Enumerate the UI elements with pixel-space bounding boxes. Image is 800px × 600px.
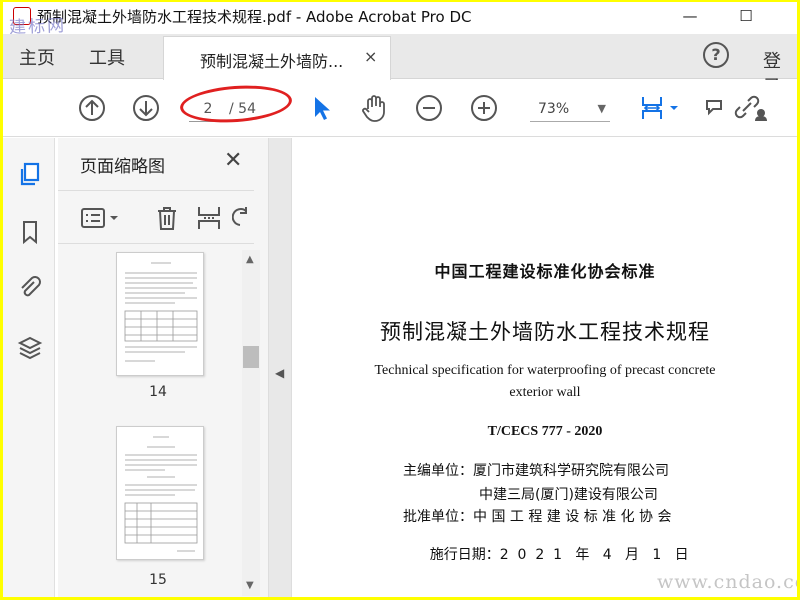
- rotate-icon[interactable]: [231, 203, 254, 233]
- tab-tools[interactable]: 工具: [89, 44, 125, 70]
- scrollbar-thumb[interactable]: [243, 346, 259, 368]
- watermark-url: www.cndao.com: [657, 571, 797, 593]
- tab-home[interactable]: 主页: [19, 44, 55, 70]
- next-page-icon[interactable]: [131, 93, 161, 123]
- info-row: 主编单位：厦门市建筑科学研究院有限公司: [403, 460, 669, 480]
- english-title-line2: exterior wall: [509, 385, 581, 400]
- info-row: 批准单位：中 国 工 程 建 设 标 准 化 协 会: [403, 506, 672, 526]
- insert-page-icon[interactable]: [194, 203, 224, 233]
- share-link-icon[interactable]: [731, 93, 771, 123]
- options-menu-icon[interactable]: [80, 203, 124, 233]
- zoom-select[interactable]: 73% ▼: [530, 96, 610, 122]
- page-thumbnails-icon[interactable]: [16, 160, 44, 188]
- thumbnail-toolbar: [58, 190, 254, 244]
- navigation-rail: [3, 138, 55, 597]
- info-label: 施行日期：: [429, 547, 500, 563]
- chevron-down-icon: ▼: [597, 102, 606, 115]
- info-value: 厦门市建筑科学研究院有限公司: [473, 463, 669, 479]
- info-row: 施行日期：2 0 2 1 年 4 月 1 日: [403, 528, 689, 580]
- collapse-left-icon[interactable]: ◀: [275, 366, 284, 380]
- document-title: 预制混凝土外墙防水工程技术规程: [380, 320, 710, 344]
- chevron-down-icon[interactable]: [667, 93, 681, 123]
- delete-icon[interactable]: [152, 203, 182, 233]
- scroll-down-icon[interactable]: ▼: [246, 580, 254, 591]
- info-label: 主编单位：: [403, 463, 473, 479]
- tab-document[interactable]: 预制混凝土外墙防... ×: [163, 36, 391, 80]
- info-value: 中 国 工 程 建 设 标 准 化 协 会: [473, 509, 672, 525]
- close-icon[interactable]: ✕: [224, 148, 242, 173]
- bookmarks-icon[interactable]: [16, 218, 44, 246]
- window-title: 预制混凝土外墙防水工程技术规程.pdf - Adobe Acrobat Pro …: [37, 7, 472, 26]
- tab-bar: 主页 工具 预制混凝土外墙防... × ? 登录: [3, 34, 797, 98]
- thumbnail-list: 14 15: [58, 246, 238, 597]
- document-tab-label: 预制混凝土外墙防...: [200, 52, 344, 71]
- english-title-line1: Technical specification for waterproofin…: [374, 363, 716, 378]
- panel-collapse-strip[interactable]: ◀: [268, 138, 292, 597]
- app-window: 预制混凝土外墙防水工程技术规程.pdf - Adobe Acrobat Pro …: [3, 2, 797, 597]
- zoom-in-icon[interactable]: [469, 93, 499, 123]
- toolbar: 2 / 54 73% ▼: [3, 80, 797, 137]
- scroll-up-icon[interactable]: ▲: [246, 254, 254, 265]
- help-icon[interactable]: ?: [703, 42, 729, 68]
- page-preview: [124, 436, 198, 552]
- info-value: 中建三局(厦门)建设有限公司: [479, 487, 658, 503]
- page-fit-icon[interactable]: [637, 93, 667, 123]
- previous-page-icon[interactable]: [77, 93, 107, 123]
- standard-code: T/CECS 777 - 2020: [487, 424, 603, 439]
- thumbnail-page[interactable]: [116, 252, 204, 376]
- hand-tool-icon[interactable]: [359, 93, 389, 123]
- page-preview: [124, 262, 198, 362]
- info-value: 2 0 2 1 年 4 月 1 日: [499, 547, 689, 563]
- comment-icon[interactable]: [703, 93, 723, 123]
- thumbnails-panel: 页面缩略图 ✕ 14 15 ▲ ▼: [58, 138, 268, 597]
- layers-icon[interactable]: [16, 334, 44, 362]
- standard-organization: 中国工程建设标准化协会标准: [434, 262, 656, 281]
- thumbnail-page[interactable]: [116, 426, 204, 560]
- document-view[interactable]: 中国工程建设标准化协会标准 预制混凝土外墙防水工程技术规程 Technical …: [293, 138, 797, 597]
- title-bar: 预制混凝土外墙防水工程技术规程.pdf - Adobe Acrobat Pro …: [3, 2, 797, 30]
- close-tab-icon[interactable]: ×: [364, 47, 377, 66]
- maximize-button[interactable]: ☐: [731, 6, 761, 26]
- thumbnail-page-number: 14: [149, 384, 167, 400]
- zoom-out-icon[interactable]: [414, 93, 444, 123]
- info-row: 中建三局(厦门)建设有限公司: [479, 484, 658, 504]
- thumbnail-page-number: 15: [149, 572, 167, 588]
- thumbnail-scrollbar[interactable]: [242, 250, 260, 596]
- zoom-value: 73%: [538, 101, 570, 117]
- minimize-button[interactable]: —: [675, 6, 705, 26]
- attachments-icon[interactable]: [16, 274, 44, 302]
- panel-title: 页面缩略图: [80, 157, 165, 177]
- select-tool-icon[interactable]: [305, 93, 335, 123]
- info-label: 批准单位：: [403, 509, 473, 525]
